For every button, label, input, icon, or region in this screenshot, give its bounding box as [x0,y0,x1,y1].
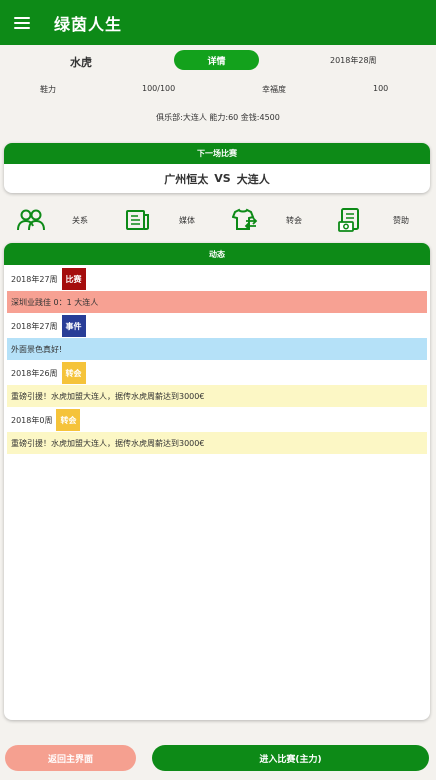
shortcut-relationships[interactable]: 关系 [17,202,88,238]
feed-entry-header: 2018年27周 事件 [4,314,430,338]
app-title: 绿茵人生 [54,14,123,34]
feed-entry-tag: 事件 [61,315,86,337]
next-match-card: 下一场比赛 广州恒太 VS 大连人 [4,143,430,193]
jersey-transfer-icon [232,208,258,230]
shortcut-label-transfer: 转会 [286,215,302,225]
feed-entry-text[interactable]: 重磅引援！水虎加盟大连人，据传水虎周薪达到3000€ [7,432,427,454]
feed-entry-header: 2018年26周 转会 [4,361,430,385]
newspaper-icon [126,210,149,230]
feed-entry-text[interactable]: 外面景色真好! [7,338,427,360]
stat-value-happiness: 100 [373,84,389,93]
shortcut-label-media: 媒体 [179,215,195,225]
feed-entry-date: 2018年26周 [11,368,58,378]
back-to-main-button[interactable]: 返回主界面 [5,745,136,771]
player-info-panel: 水虎 详情 2018年28周 鞋力 100/100 幸福度 100 俱乐部:大连… [0,45,436,135]
hamburger-menu-icon[interactable] [14,16,30,29]
feed-entry-date: 2018年0周 [11,415,53,425]
feed-entry-tag: 转会 [61,362,86,384]
detail-button[interactable]: 详情 [174,50,259,70]
shortcut-media[interactable]: 媒体 [126,202,195,238]
news-feed-card: 动态 2018年27周 比赛 深圳业践佳 0：1 大连人 2018年27周 事件 外面景色… [4,243,430,720]
away-team: 大连人 [236,172,270,186]
stat-value-stamina: 100/100 [142,84,176,93]
vs-label: VS [214,172,231,185]
feed-list: 2018年27周 比赛 深圳业践佳 0：1 大连人 2018年27周 事件 外面景色真好!… [4,267,430,454]
feed-entry-date: 2018年27周 [11,274,58,284]
feed-entry-tag: 转会 [56,409,81,431]
feed-entry-text[interactable]: 深圳业践佳 0：1 大连人 [7,291,427,313]
sponsor-money-icon [338,208,359,232]
shortcut-label-relationships: 关系 [72,215,88,225]
next-match-header: 下一场比赛 [4,143,430,164]
stat-label-stamina: 鞋力 [40,85,56,94]
feed-entry-header: 2018年27周 比赛 [4,267,430,291]
app-bar: 绿茵人生 [0,0,436,45]
shortcut-label-sponsor: 赞助 [393,215,409,225]
feed-entry-date: 2018年27周 [11,321,58,331]
feed-entry-text[interactable]: 重磅引援！水虎加盟大连人，据传水虎周薪达到3000€ [7,385,427,407]
enter-match-button[interactable]: 进入比赛(主力) [152,745,429,771]
people-icon [17,209,45,231]
shortcut-sponsor[interactable]: 赞助 [338,202,409,238]
player-name: 水虎 [70,56,92,69]
feed-entry-header: 2018年0周 转会 [4,408,430,432]
current-week: 2018年28周 [330,56,377,65]
feed-entry-tag: 比赛 [61,268,86,290]
shortcut-transfer[interactable]: 转会 [232,202,302,238]
club-summary: 俱乐部:大连人 能力:60 金钱:4500 [156,113,280,122]
match-teams: 广州恒太 VS 大连人 [4,164,430,193]
home-team: 广州恒太 [164,172,209,186]
stat-label-happiness: 幸福度 [262,85,286,94]
feed-header: 动态 [4,243,430,265]
shortcut-bar: 关系 媒体 转会 赞助 [0,202,436,238]
